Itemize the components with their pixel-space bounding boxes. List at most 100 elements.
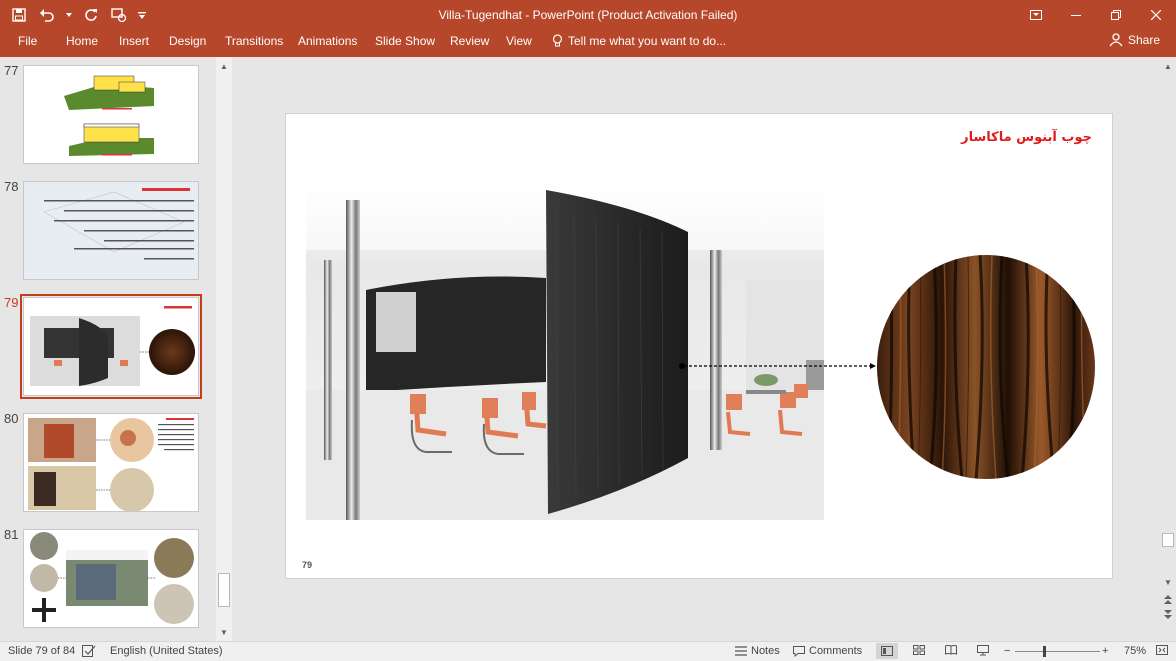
undo-dropdown[interactable] [64,4,74,26]
chevron-down-icon [66,13,72,17]
thumbnail-scrollbar[interactable]: ▲ ▼ [216,57,232,641]
connector-arrow[interactable] [678,362,878,370]
slide-thumbnail-pane: 77 78 79 80 81 ▲ ▼ [0,57,232,641]
ribbon-tabs: File Home Insert Design Transitions Anim… [0,30,1176,57]
thumbnail-image [23,181,199,280]
notes-icon [735,646,747,656]
slideshow-icon [111,8,127,22]
share-label: Share [1127,33,1160,47]
slide-scrollbar[interactable]: ▲ ▼ [1161,57,1176,641]
thumbnail-slide-79[interactable]: 79 [0,293,216,403]
current-slide[interactable]: چوب آبنوس ماکاسار 79 [285,113,1113,579]
thumbnail-image [23,65,199,164]
normal-view-icon [881,646,893,656]
minimize-icon [1071,15,1081,16]
thumbnail-image [23,529,199,628]
scroll-down-button[interactable]: ▼ [217,625,231,639]
scroll-up-button[interactable]: ▲ [1161,59,1175,73]
interior-photo[interactable] [306,180,824,520]
tab-slide-show[interactable]: Slide Show [373,34,437,48]
double-chevron-down-icon [1164,610,1172,619]
window-controls [1016,0,1176,30]
fit-window-icon [1156,645,1168,655]
tab-home[interactable]: Home [64,34,100,48]
tell-me-box[interactable]: Tell me what you want to do... [552,34,726,48]
thumbnail-number: 77 [4,63,19,78]
close-button[interactable] [1136,0,1176,30]
zoom-out-button[interactable]: − [1004,645,1010,657]
thumbnail-number: 78 [4,179,19,194]
tab-transitions[interactable]: Transitions [223,34,285,48]
tell-me-text: Tell me what you want to do... [568,34,727,48]
comment-icon [793,645,805,657]
thumbnail-number: 79 [4,295,19,310]
presentation-icon [977,645,989,656]
thumbnail-number: 81 [4,527,19,542]
title-bar: Villa-Tugendhat - PowerPoint (Product Ac… [0,0,1176,30]
comments-button[interactable]: Comments [793,645,862,657]
zoom-slider[interactable] [1015,651,1100,652]
tab-design[interactable]: Design [167,34,208,48]
close-icon [1151,10,1161,20]
start-from-beginning-button[interactable] [108,4,130,26]
save-button[interactable] [8,4,30,26]
reading-view-button[interactable] [945,645,957,655]
previous-slide-button[interactable] [1161,593,1175,607]
tab-view[interactable]: View [504,34,534,48]
next-slide-button[interactable] [1161,607,1175,621]
fit-slide-button[interactable] [1156,645,1168,655]
redo-button[interactable] [80,4,102,26]
zoom-slider-thumb[interactable] [1043,646,1046,657]
scroll-thumb[interactable] [1162,533,1174,547]
scroll-thumb[interactable] [218,573,230,607]
language-indicator[interactable]: English (United States) [110,645,223,657]
spellcheck-icon [82,645,96,657]
zoom-in-button[interactable]: + [1102,645,1108,657]
slide-number: 79 [302,560,313,570]
macassar-ebony-sample[interactable] [876,254,1096,480]
slide-sorter-button[interactable] [913,645,925,655]
customize-qat-button[interactable] [136,4,148,26]
double-chevron-up-icon [1164,595,1172,604]
undo-button[interactable] [36,4,58,26]
repeat-icon [85,9,97,21]
slide-counter: Slide 79 of 84 [8,645,76,657]
notes-label: Notes [751,645,780,657]
thumbnail-image [23,413,199,512]
tab-animations[interactable]: Animations [296,34,359,48]
save-icon [12,8,26,22]
tab-file[interactable]: File [16,34,39,48]
thumbnail-slide-81[interactable]: 81 [0,525,216,635]
grid-icon [913,645,925,655]
thumbnail-image [20,294,202,399]
person-icon [1109,33,1123,47]
notes-button[interactable]: Notes [735,645,780,657]
slide-editing-area: چوب آبنوس ماکاسار 79 [233,57,1161,641]
tab-insert[interactable]: Insert [117,34,151,48]
lightbulb-icon [552,34,563,47]
scroll-down-button[interactable]: ▼ [1161,575,1175,589]
thumbnail-slide-77[interactable]: 77 [0,61,216,171]
normal-view-button[interactable] [876,643,898,659]
slide-title[interactable]: چوب آبنوس ماکاسار [961,130,1092,145]
comments-label: Comments [809,645,863,657]
thumbnail-slide-80[interactable]: 80 [0,409,216,519]
restore-button[interactable] [1096,0,1136,30]
book-icon [945,645,957,655]
zoom-level[interactable]: 75% [1124,645,1146,657]
thumbnail-number: 80 [4,411,19,426]
ribbon-options-icon [1030,10,1042,20]
restore-icon [1111,10,1121,20]
tab-review[interactable]: Review [448,34,491,48]
status-bar: Slide 79 of 84 English (United States) N… [0,641,1176,661]
thumbnail-slide-78[interactable]: 78 [0,177,216,287]
window-title: Villa-Tugendhat - PowerPoint (Product Ac… [438,8,738,22]
scroll-up-button[interactable]: ▲ [217,59,231,73]
share-button[interactable]: Share [1109,33,1160,47]
customize-icon [138,12,146,19]
undo-icon [40,9,54,22]
spell-check-button[interactable] [82,645,96,657]
ribbon-display-options-button[interactable] [1016,0,1056,30]
slide-show-button[interactable] [977,645,989,656]
minimize-button[interactable] [1056,0,1096,30]
